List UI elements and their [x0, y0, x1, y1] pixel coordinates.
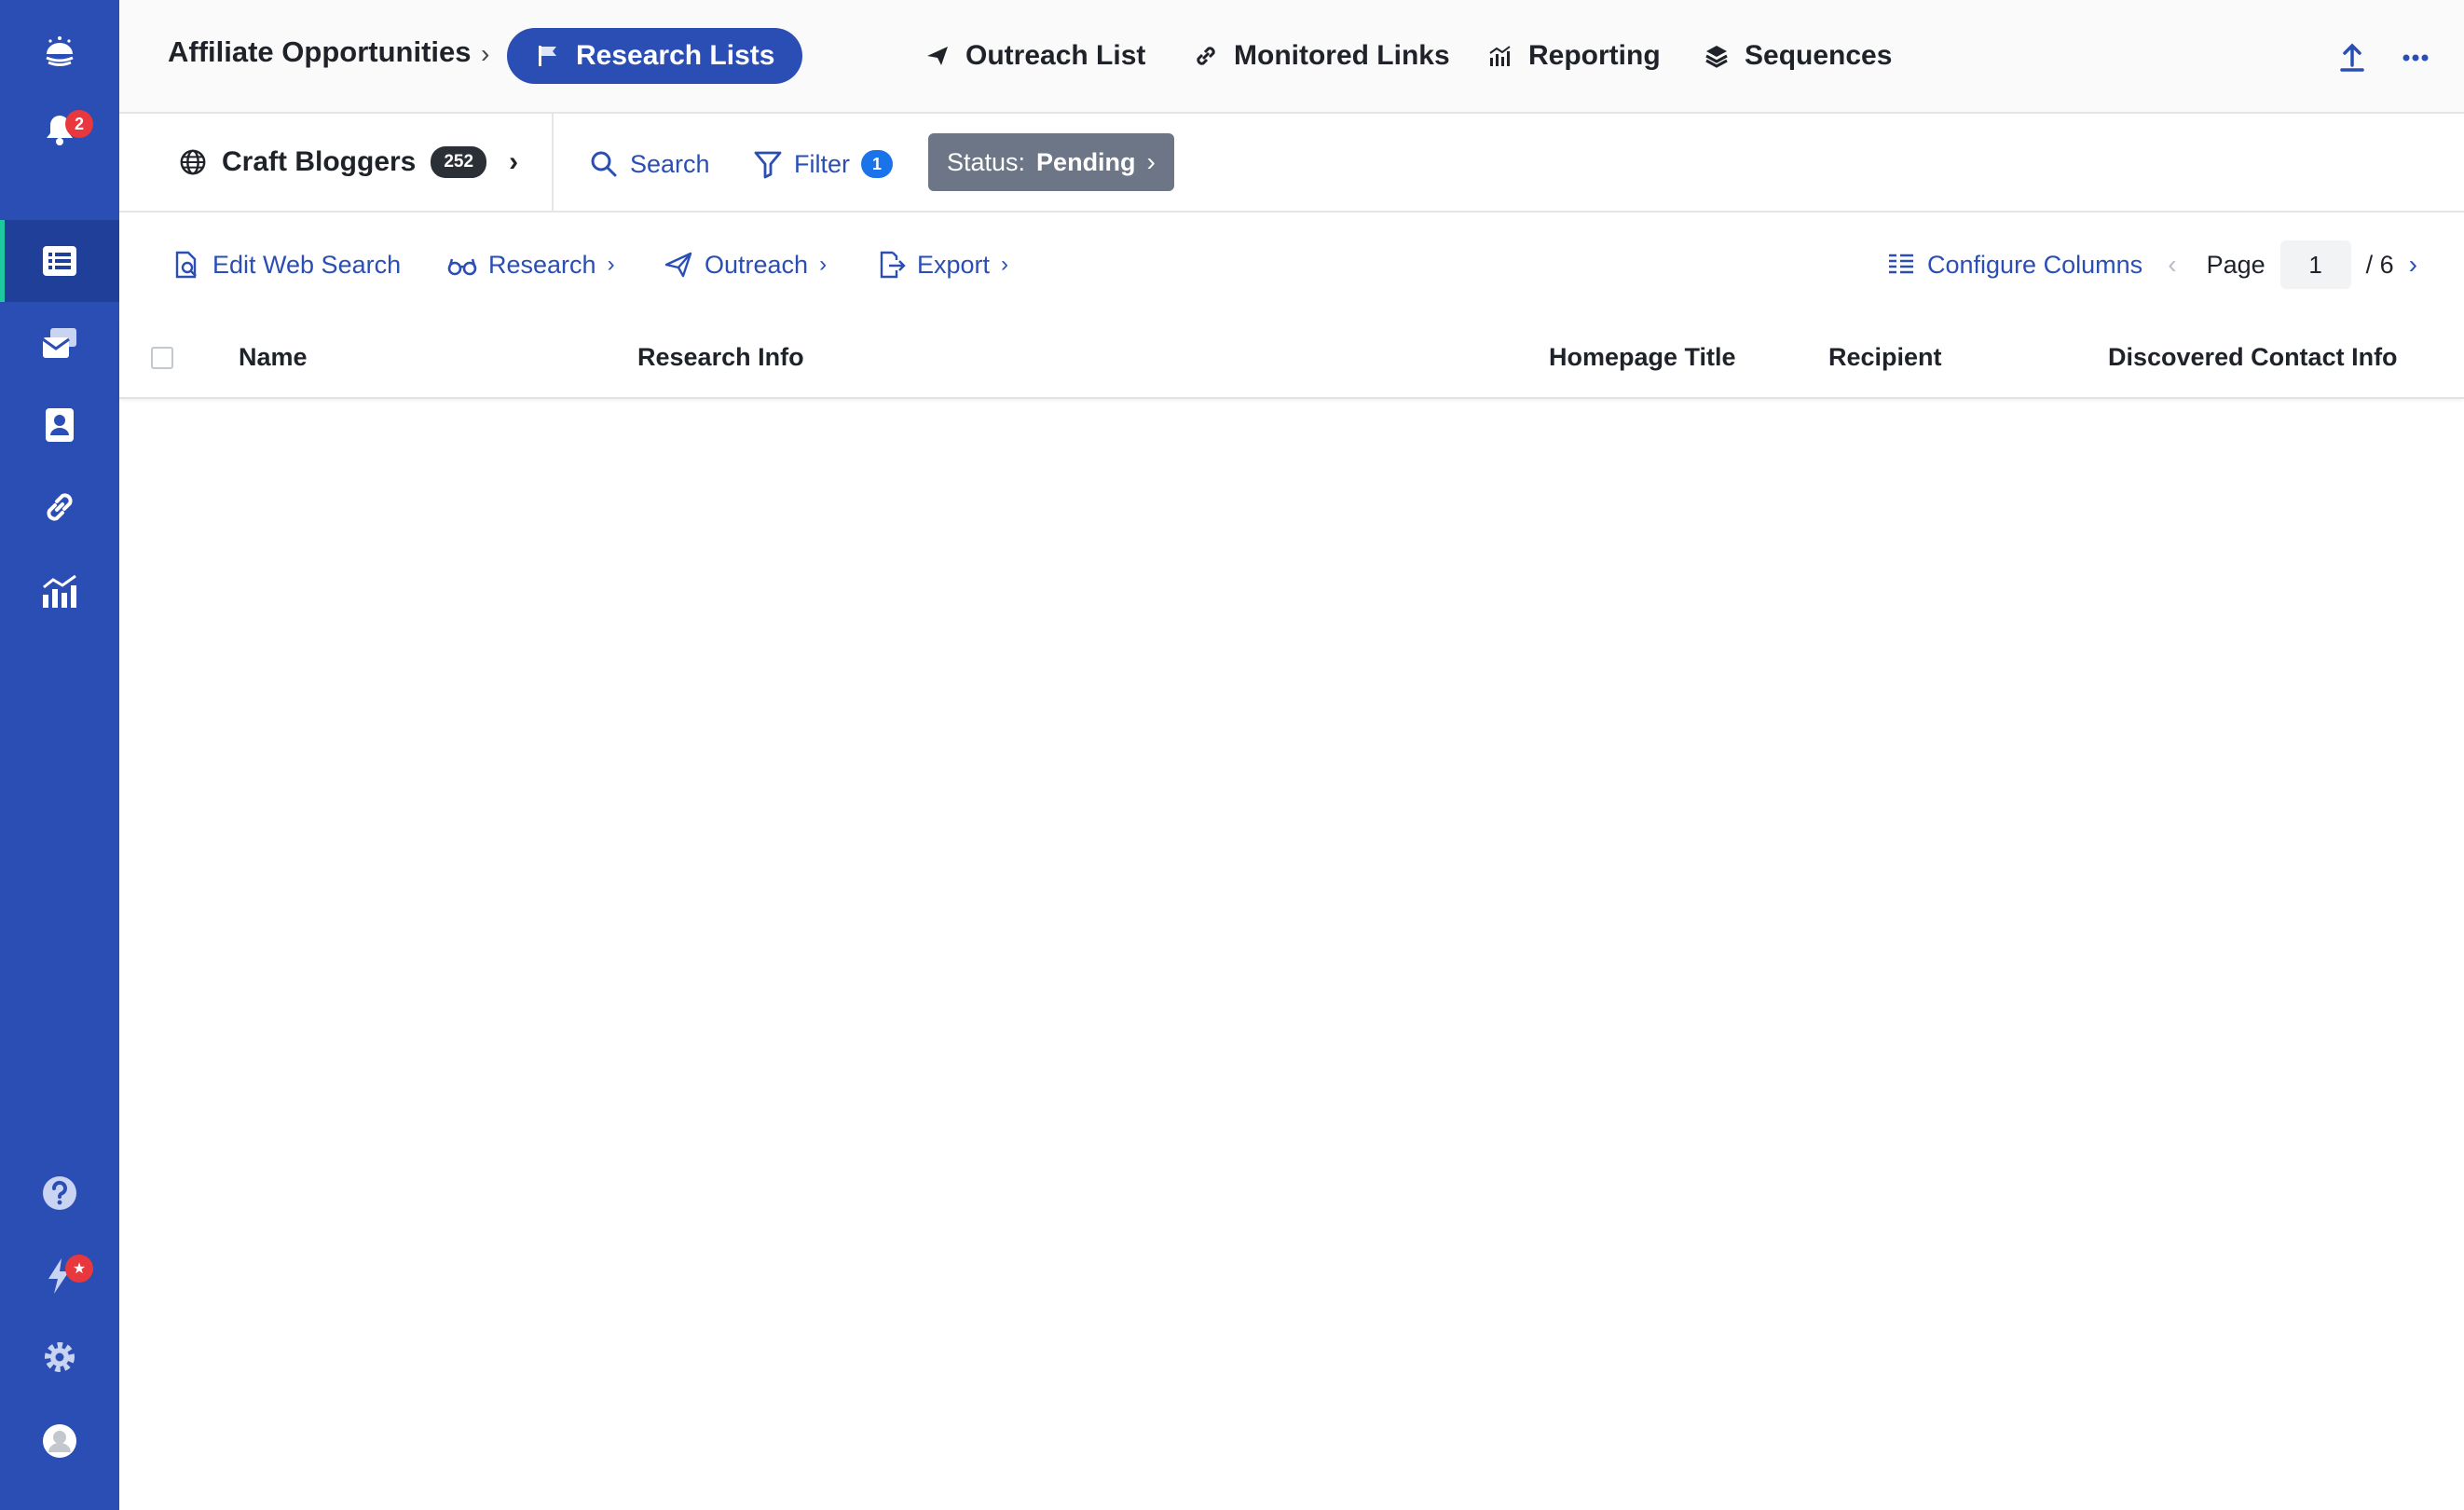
- contacts-icon: [46, 408, 74, 442]
- configure-columns-label: Configure Columns: [1927, 250, 2143, 279]
- previous-page-icon[interactable]: ‹: [2168, 250, 2176, 280]
- search-label: Search: [630, 149, 710, 178]
- export-chevron-icon: ›: [1001, 252, 1009, 277]
- breadcrumb-chevron-icon: ›: [481, 39, 490, 68]
- sidebar: 2 ★: [0, 0, 119, 1510]
- status-prefix: Status:: [947, 147, 1026, 176]
- sidebar-item-profile[interactable]: [0, 1400, 119, 1482]
- sidebar-item-outreach[interactable]: [0, 302, 119, 384]
- page-number-input[interactable]: [2279, 240, 2351, 289]
- list-chevron-icon: ›: [509, 146, 519, 177]
- glasses-icon: [447, 258, 477, 276]
- link-icon: [47, 493, 73, 521]
- table-body-empty: [119, 401, 2464, 1510]
- list-count-badge: 252: [431, 146, 487, 178]
- upload-button[interactable]: [2332, 37, 2373, 78]
- tab-label: Monitored Links: [1234, 40, 1450, 71]
- tab-monitored-links[interactable]: Monitored Links: [1165, 28, 1478, 84]
- column-header-name[interactable]: Name: [239, 343, 308, 372]
- research-chevron-icon: ›: [607, 252, 615, 277]
- tab-label: Sequences: [1745, 40, 1893, 71]
- edit-web-search-label: Edit Web Search: [212, 250, 402, 279]
- app: 2 ★ Affiliate Opportunities › Research L…: [0, 0, 2464, 1510]
- sidebar-item-contacts[interactable]: [0, 384, 119, 466]
- configure-columns-button[interactable]: Configure Columns: [1886, 244, 2142, 285]
- link-icon: [1197, 47, 1215, 65]
- outreach-mail-icon: [42, 328, 76, 358]
- help-icon: [43, 1176, 76, 1210]
- filter-count-badge: 1: [861, 150, 893, 178]
- upload-icon: [2340, 43, 2364, 72]
- list-filter-bar: Craft Bloggers 252 › Search Filter 1 Sta…: [119, 114, 2464, 213]
- status-filter-chip[interactable]: Status: Pending ›: [928, 133, 1174, 191]
- more-options-button[interactable]: [2395, 37, 2436, 78]
- research-menu-button[interactable]: Research ›: [447, 244, 615, 285]
- breadcrumb[interactable]: Affiliate Opportunities: [168, 35, 472, 69]
- research-label: Research: [488, 250, 596, 279]
- sidebar-item-reporting[interactable]: [0, 550, 119, 632]
- search-button[interactable]: Search: [589, 144, 710, 185]
- ellipsis-icon: [2402, 54, 2429, 62]
- tab-outreach-list[interactable]: Outreach List: [897, 28, 1173, 84]
- logo-icon[interactable]: [0, 11, 119, 93]
- status-value: Pending: [1036, 147, 1136, 176]
- divider: [552, 114, 554, 211]
- tab-research-lists[interactable]: Research Lists: [507, 28, 803, 84]
- top-navigation: Affiliate Opportunities › Research Lists…: [119, 0, 2464, 114]
- pagination: ‹ Page / 6 ›: [2168, 240, 2417, 289]
- column-header-homepage-title[interactable]: Homepage Title: [1549, 343, 1736, 372]
- tab-sequences[interactable]: Sequences: [1676, 28, 1920, 84]
- export-label: Export: [917, 250, 991, 279]
- select-all-checkbox[interactable]: [151, 347, 173, 369]
- layers-icon: [1705, 46, 1728, 68]
- status-chevron-icon: ›: [1146, 147, 1156, 176]
- bar-chart-icon: [1489, 46, 1511, 66]
- outreach-menu-button[interactable]: Outreach ›: [664, 244, 827, 285]
- action-toolbar: Edit Web Search Research › Outreach › Ex…: [119, 213, 2464, 317]
- research-list-icon: [43, 246, 76, 276]
- page-total: / 6: [2365, 250, 2394, 279]
- filter-button[interactable]: Filter 1: [753, 144, 893, 185]
- user-avatar-icon: [43, 1424, 76, 1458]
- paper-plane-icon: [664, 252, 692, 278]
- notifications-button[interactable]: 2: [0, 89, 119, 172]
- tab-label: Outreach List: [965, 40, 1146, 71]
- filter-label: Filter: [794, 149, 850, 178]
- sidebar-item-settings[interactable]: [0, 1316, 119, 1398]
- table-header: Name Research Info Homepage Title Recipi…: [119, 317, 2464, 399]
- globe-icon: [180, 149, 206, 175]
- paper-plane-icon: [927, 47, 948, 65]
- list-selector[interactable]: Craft Bloggers 252 ›: [179, 142, 518, 183]
- outreach-chevron-icon: ›: [819, 252, 828, 277]
- columns-list-icon: [1889, 254, 1913, 274]
- sidebar-item-help[interactable]: [0, 1152, 119, 1234]
- page-label: Page: [2206, 250, 2266, 279]
- column-header-research-info[interactable]: Research Info: [637, 343, 804, 372]
- list-name: Craft Bloggers: [222, 146, 417, 177]
- tab-label: Reporting: [1528, 40, 1661, 71]
- flag-icon: [539, 46, 556, 66]
- column-header-discovered-contact-info[interactable]: Discovered Contact Info: [2108, 343, 2398, 372]
- outreach-label: Outreach: [705, 250, 809, 279]
- tab-reporting[interactable]: Reporting: [1459, 28, 1689, 84]
- sidebar-item-research-lists[interactable]: [0, 220, 119, 302]
- filter-funnel-icon: [754, 151, 782, 179]
- document-search-icon: [175, 251, 197, 279]
- notification-badge: 2: [65, 110, 93, 138]
- column-header-recipient[interactable]: Recipient: [1828, 343, 1942, 372]
- settings-gear-icon: [45, 1342, 75, 1372]
- search-icon: [591, 151, 617, 177]
- next-page-icon[interactable]: ›: [2409, 250, 2417, 280]
- export-menu-button[interactable]: Export ›: [876, 244, 1008, 285]
- export-icon: [880, 251, 906, 279]
- edit-web-search-button[interactable]: Edit Web Search: [171, 244, 401, 285]
- sidebar-item-whats-new[interactable]: ★: [0, 1234, 119, 1316]
- sidebar-item-monitored-links[interactable]: [0, 466, 119, 548]
- tab-label: Research Lists: [576, 40, 775, 71]
- new-badge-star-icon: ★: [65, 1255, 93, 1283]
- reporting-chart-icon: [43, 574, 76, 608]
